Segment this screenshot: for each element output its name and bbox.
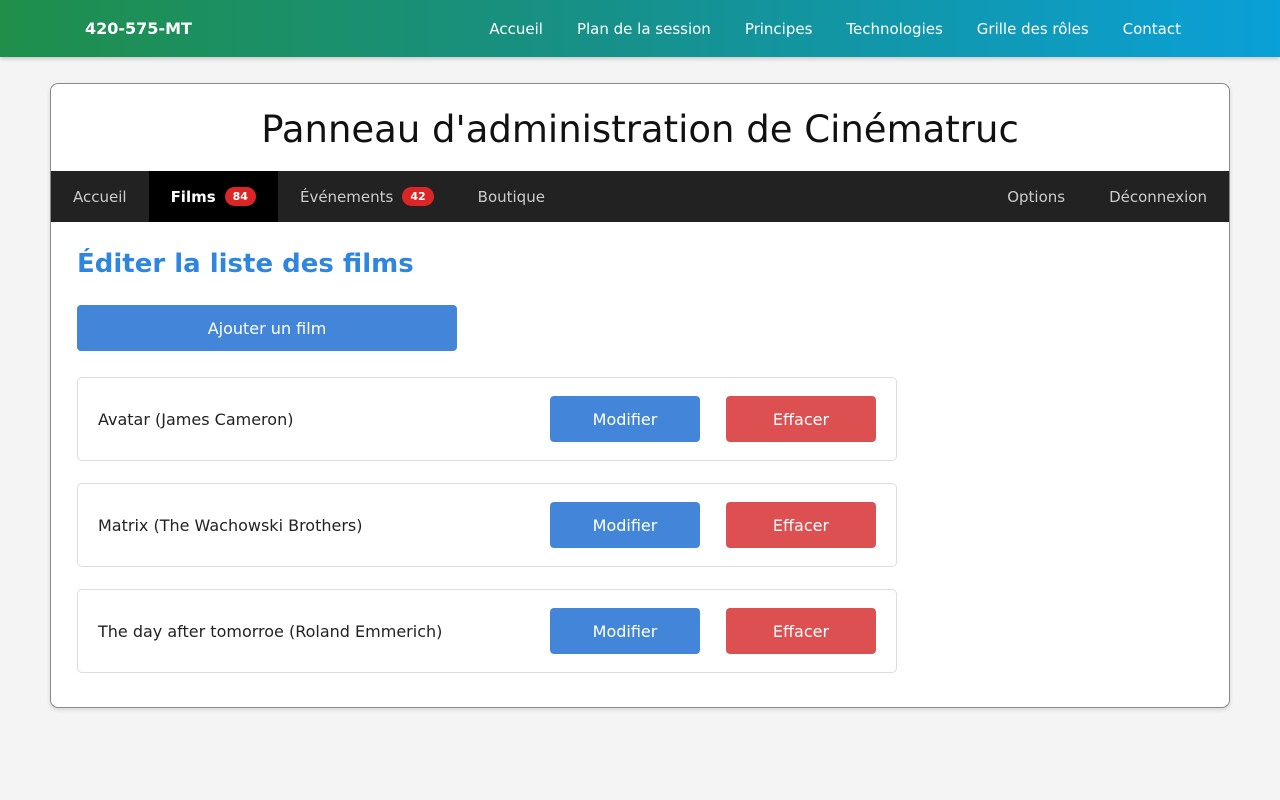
admin-tab-label: Événements — [299, 187, 394, 206]
admin-tab-evenements[interactable]: Événements 42 — [278, 171, 456, 222]
delete-film-button[interactable]: Effacer — [726, 396, 876, 442]
film-name: Avatar (James Cameron) — [98, 409, 294, 429]
nav-link-accueil[interactable]: Accueil — [489, 20, 543, 38]
admin-tab-films[interactable]: Films 84 — [148, 171, 278, 222]
brand-title[interactable]: 420-575-MT — [85, 0, 192, 57]
film-name: Matrix (The Wachowski Brothers) — [98, 515, 363, 535]
film-list: Avatar (James Cameron) Modifier Effacer … — [77, 377, 1203, 673]
delete-film-button[interactable]: Effacer — [726, 502, 876, 548]
admin-tab-options[interactable]: Options — [985, 171, 1087, 222]
nav-link-grille-roles[interactable]: Grille des rôles — [977, 20, 1089, 38]
events-count-badge: 42 — [402, 187, 434, 206]
admin-tab-deconnexion[interactable]: Déconnexion — [1087, 171, 1229, 222]
edit-film-button[interactable]: Modifier — [550, 502, 700, 548]
page-title: Panneau d'administration de Cinématruc — [261, 108, 1019, 151]
section-heading: Éditer la liste des films — [77, 249, 414, 279]
admin-tab-label: Déconnexion — [1109, 187, 1207, 206]
admin-tab-label: Boutique — [477, 187, 545, 206]
admin-tab-label: Options — [1007, 187, 1066, 206]
top-navbar: 420-575-MT Accueil Plan de la session Pr… — [0, 0, 1280, 57]
add-film-button[interactable]: Ajouter un film — [77, 305, 457, 351]
nav-link-principes[interactable]: Principes — [745, 20, 813, 38]
nav-link-contact[interactable]: Contact — [1123, 20, 1181, 38]
edit-film-button[interactable]: Modifier — [550, 396, 700, 442]
admin-tab-label: Accueil — [73, 187, 127, 206]
delete-film-button[interactable]: Effacer — [726, 608, 876, 654]
film-row: The day after tomorroe (Roland Emmerich)… — [77, 589, 897, 673]
film-row: Avatar (James Cameron) Modifier Effacer — [77, 377, 897, 461]
top-nav-links: Accueil Plan de la session Principes Tec… — [489, 0, 1181, 57]
film-row: Matrix (The Wachowski Brothers) Modifier… — [77, 483, 897, 567]
nav-link-technologies[interactable]: Technologies — [846, 20, 942, 38]
admin-panel-card: Panneau d'administration de Cinématruc A… — [50, 83, 1230, 708]
admin-nav: Accueil Films 84 Événements 42 Boutique … — [51, 171, 1229, 222]
film-name: The day after tomorroe (Roland Emmerich) — [98, 621, 443, 641]
films-editor: Éditer la liste des films Ajouter un fil… — [51, 222, 1229, 707]
edit-film-button[interactable]: Modifier — [550, 608, 700, 654]
films-count-badge: 84 — [224, 187, 256, 206]
admin-tab-boutique[interactable]: Boutique — [456, 171, 567, 222]
admin-tab-accueil[interactable]: Accueil — [51, 171, 149, 222]
admin-tab-label: Films — [170, 187, 216, 206]
nav-link-plan-session[interactable]: Plan de la session — [577, 20, 711, 38]
